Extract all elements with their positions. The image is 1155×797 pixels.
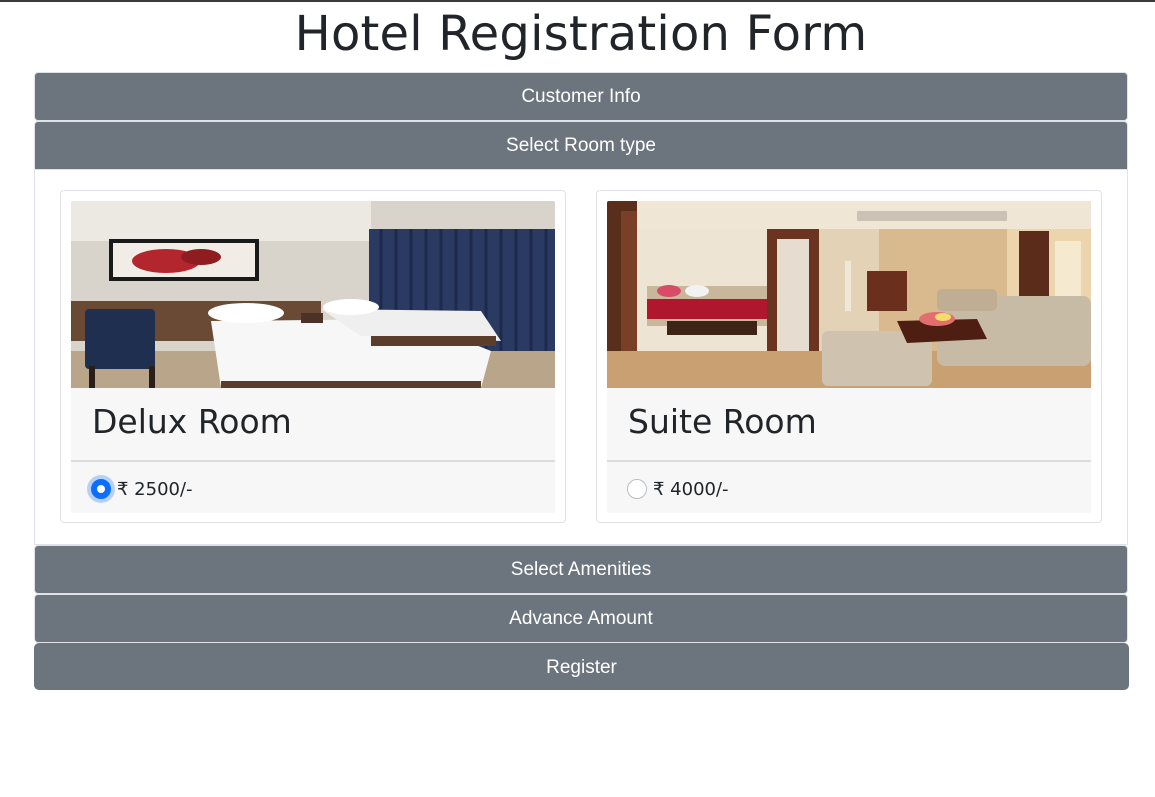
registration-accordion: Customer Info Select Room type Delux Roo…: [34, 72, 1129, 690]
register-button[interactable]: Register: [34, 643, 1129, 690]
accordion-header-select-amenities[interactable]: Select Amenities: [34, 545, 1128, 594]
accordion-header-select-room-type[interactable]: Select Room type: [34, 121, 1128, 170]
room-price-delux: ₹ 2500/-: [117, 478, 193, 500]
card-divider: [71, 460, 555, 462]
room-price-suite: ₹ 4000/-: [653, 478, 729, 500]
accordion-header-advance-amount[interactable]: Advance Amount: [34, 594, 1128, 643]
room-card-body: Suite Room ₹ 4000/-: [607, 201, 1091, 513]
top-rule: [0, 0, 1155, 2]
card-divider: [607, 460, 1091, 462]
room-card-delux: Delux Room ₹ 2500/-: [60, 190, 566, 523]
room-name-suite: Suite Room: [628, 402, 817, 441]
room-card-body: Delux Room ₹ 2500/-: [71, 201, 555, 513]
price-option-suite[interactable]: ₹ 4000/-: [627, 477, 729, 501]
price-option-delux[interactable]: ₹ 2500/-: [91, 477, 193, 501]
radio-delux-room[interactable]: [91, 479, 111, 499]
room-type-panel: Delux Room ₹ 2500/- Suite Room ₹ 4000/-: [34, 170, 1128, 545]
suite-room-image: [607, 201, 1091, 388]
room-name-delux: Delux Room: [92, 402, 292, 441]
delux-room-image: [71, 201, 555, 388]
accordion-header-customer-info[interactable]: Customer Info: [34, 72, 1128, 121]
radio-suite-room[interactable]: [627, 479, 647, 499]
room-card-suite: Suite Room ₹ 4000/-: [596, 190, 1102, 523]
page-title: Hotel Registration Form: [294, 6, 868, 62]
